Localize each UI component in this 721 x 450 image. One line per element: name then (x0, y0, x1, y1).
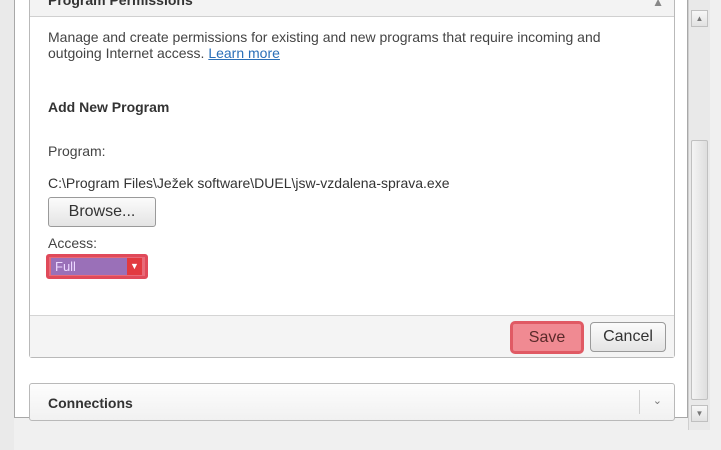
settings-panel: Program Permissions ▲ Manage and create … (14, 0, 688, 421)
left-frame (0, 0, 14, 450)
access-select-value: Full (51, 258, 127, 275)
save-button[interactable]: Save (510, 321, 584, 354)
connections-section[interactable]: Connections ⌄ (29, 383, 675, 421)
section-body: Manage and create permissions for existi… (46, 29, 656, 279)
access-label: Access: (48, 235, 98, 251)
scroll-down-icon[interactable]: ▼ (691, 405, 708, 422)
chevron-up-icon[interactable]: ▲ (652, 0, 664, 9)
connections-title: Connections (48, 395, 133, 411)
description-text: Manage and create permissions for existi… (48, 29, 601, 61)
scroll-thumb[interactable] (691, 140, 708, 400)
chevron-down-icon[interactable]: ⌄ (653, 394, 662, 407)
divider (639, 390, 640, 414)
permissions-description: Manage and create permissions for existi… (48, 29, 656, 61)
program-label: Program: (48, 143, 106, 159)
action-bar: Save Cancel (30, 315, 674, 357)
vertical-scrollbar[interactable]: ▲ ▼ (688, 0, 710, 430)
program-permissions-section: Program Permissions ▲ Manage and create … (29, 0, 675, 358)
learn-more-link[interactable]: Learn more (208, 45, 280, 61)
right-frame (710, 0, 721, 450)
add-program-heading: Add New Program (48, 99, 170, 115)
program-path: C:\Program Files\Ježek software\DUEL\jsw… (48, 175, 450, 191)
scroll-up-icon[interactable]: ▲ (691, 10, 708, 27)
cancel-button[interactable]: Cancel (590, 322, 666, 352)
section-header[interactable]: Program Permissions ▲ (30, 0, 674, 17)
browse-button[interactable]: Browse... (48, 197, 156, 227)
section-title: Program Permissions (48, 0, 193, 8)
caret-down-icon: ▼ (127, 258, 142, 275)
access-select[interactable]: Full ▼ (46, 254, 148, 279)
